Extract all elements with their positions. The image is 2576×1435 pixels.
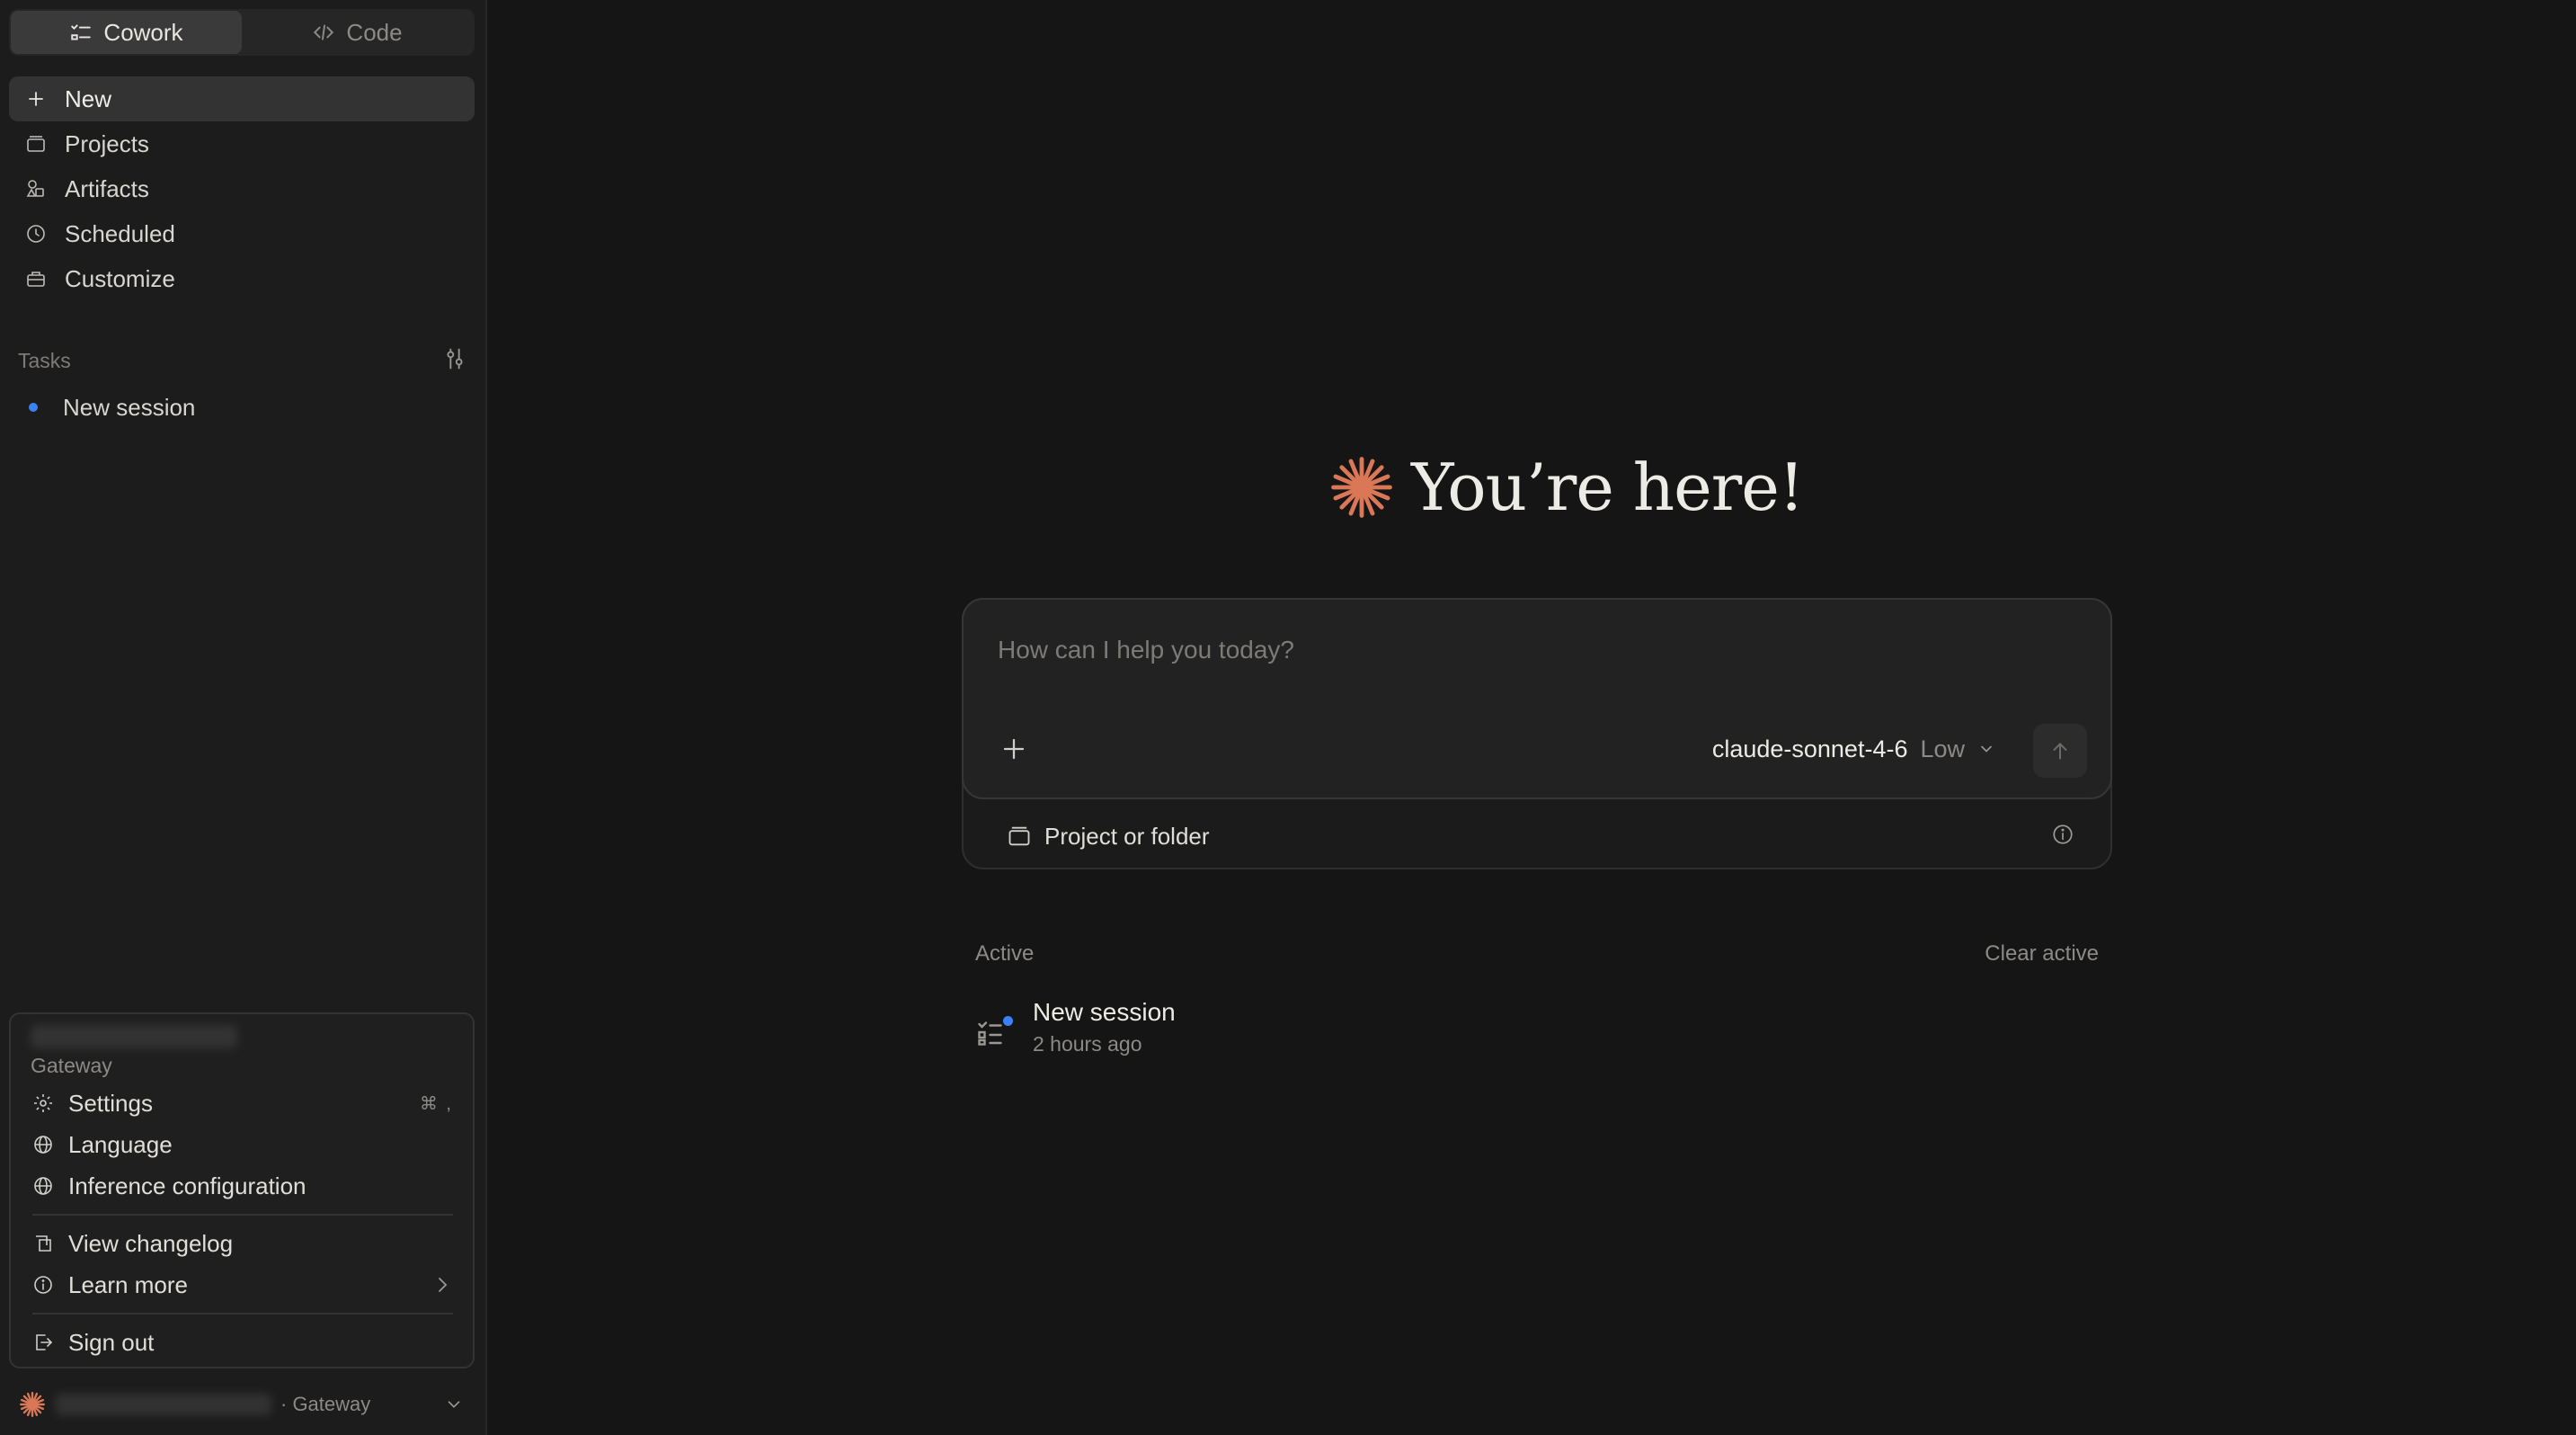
nav-item-artifacts[interactable]: Artifacts [9,166,475,211]
tab-code-label: Code [346,18,403,46]
clock-icon [27,225,45,243]
session-title: New session [1033,998,1176,1026]
chevron-down-icon [1981,745,1992,753]
nav-item-projects[interactable]: Projects [9,121,475,166]
model-selector[interactable]: claude-sonnet-4-6 Low [1712,726,1995,772]
menu-item-sign-out[interactable]: Sign out [20,1322,466,1363]
menu-item-label: Language [68,1130,173,1158]
tasks-title: Tasks [18,348,71,372]
task-item[interactable]: New session [9,385,475,430]
briefcase-icon [27,272,45,287]
nav-item-label: Projects [65,129,149,157]
plus-icon [1003,738,1025,760]
attach-button[interactable] [990,726,1037,772]
sidebar-nav: New Projects Artifacts Scheduled Customi… [9,76,475,301]
code-icon [314,24,334,40]
nav-item-customize[interactable]: Customize [9,256,475,301]
menu-item-language[interactable]: Language [20,1124,466,1165]
tab-code[interactable]: Code [242,11,473,54]
user-bar[interactable]: · Gateway [9,1383,475,1426]
arrow-up-icon [2053,743,2067,760]
tab-cowork[interactable]: Cowork [11,11,242,54]
info-icon [2053,824,2073,844]
checklist-icon [71,24,92,40]
hero: You’re here! [1328,450,1805,525]
composer: claude-sonnet-4-6 Low Project or folder [962,598,2112,869]
menu-item-label: Sign out [68,1328,155,1356]
menu-item-settings[interactable]: Settings ⌘ , [20,1083,466,1124]
shapes-icon [26,180,44,197]
project-label: Project or folder [1044,822,1210,850]
tab-cowork-label: Cowork [103,18,183,46]
sign-out-icon [36,1334,53,1350]
active-title: Active [975,941,1035,966]
mode-switch: Cowork Code [9,9,475,56]
gear-icon [34,1094,52,1112]
nav-item-new[interactable]: New [9,76,475,121]
status-dot [1003,1016,1013,1026]
user-name-redacted [56,1394,271,1415]
folder-icon [27,136,45,152]
folder-icon [1008,826,1030,846]
project-row: Project or folder [1007,816,2074,857]
menu-divider [32,1313,453,1315]
menu-item-label: View changelog [68,1229,234,1257]
sliders-icon [447,348,463,369]
sidebar: Cowork Code New Projects Artifacts Sched… [0,0,487,1435]
app-window: Cowork Code New Projects Artifacts Sched… [0,0,2576,1435]
status-dot [29,403,38,412]
nav-item-label: Scheduled [65,219,175,247]
task-item-label: New session [63,393,196,421]
menu-item-learn-more[interactable]: Learn more [20,1264,466,1306]
prompt-input[interactable] [998,632,1986,668]
user-org: · Gateway [280,1393,371,1415]
nav-item-label: New [65,85,112,112]
session-icon [975,1016,1013,1052]
tasks-header: Tasks [18,347,467,374]
chevron-down-icon [448,1401,460,1408]
menu-divider [32,1214,453,1216]
info-button[interactable] [2051,823,2074,851]
session-item[interactable]: New session 2 hours ago [975,998,1515,1070]
menu-item-label: Inference configuration [68,1172,306,1199]
session-time: 2 hours ago [1033,1032,1142,1056]
active-sessions-header: Active Clear active [975,940,2099,967]
claude-logo-icon [20,1392,45,1417]
changelog-icon [36,1235,51,1252]
globe-icon [34,1136,52,1154]
model-effort: Low [1920,735,1965,762]
filter-button[interactable] [442,346,467,376]
account-org: Gateway [31,1054,112,1077]
account-menu: Gateway Settings ⌘ , Language Inference … [9,1012,475,1368]
project-selector[interactable]: Project or folder [1007,823,1210,851]
menu-item-label: Learn more [68,1270,188,1298]
menu-item-view-changelog[interactable]: View changelog [20,1223,466,1264]
globe-icon [34,1177,52,1195]
menu-item-inference-configuration[interactable]: Inference configuration [20,1165,466,1207]
page-title: You’re here! [1411,450,1805,525]
info-icon [34,1276,52,1294]
claude-logo-icon [1331,457,1392,518]
plus-icon [29,92,43,106]
clear-active-button[interactable]: Clear active [1985,941,2099,967]
nav-item-label: Customize [65,264,175,292]
account-menu-list: Settings ⌘ , Language Inference configur… [20,1083,466,1363]
nav-item-scheduled[interactable]: Scheduled [9,211,475,256]
send-button[interactable] [2033,724,2087,778]
nav-item-label: Artifacts [65,174,149,202]
chevron-right-icon [439,1278,448,1292]
settings-shortcut: ⌘ , [419,1093,453,1114]
account-name-redacted [31,1025,237,1048]
model-name: claude-sonnet-4-6 [1711,735,1908,762]
session-text: New session 2 hours ago [1033,998,1176,1056]
composer-input-area: claude-sonnet-4-6 Low [962,598,2112,799]
menu-item-label: Settings [68,1089,153,1117]
